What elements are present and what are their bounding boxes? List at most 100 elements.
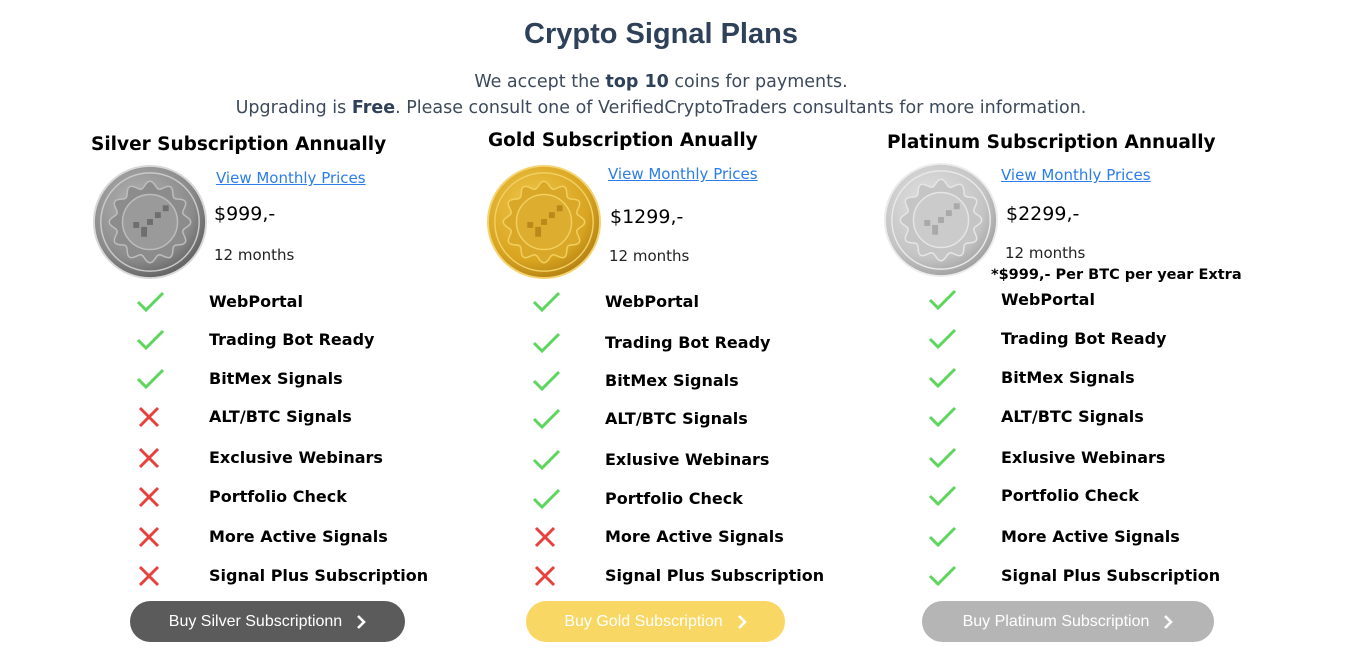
silver-coin-icon bbox=[92, 164, 208, 280]
plan-title: Silver Subscription Annually bbox=[91, 134, 387, 155]
feature-label: Exclusive Webinars bbox=[209, 448, 383, 467]
feature-label: ALT/BTC Signals bbox=[209, 407, 352, 426]
feature-row: More Active Signals bbox=[136, 525, 476, 555]
check-icon bbox=[532, 291, 561, 313]
feature-row: WebPortal bbox=[928, 288, 1268, 318]
feature-row: BitMex Signals bbox=[928, 366, 1268, 396]
check-icon bbox=[928, 485, 957, 507]
feature-label: Portfolio Check bbox=[1001, 486, 1139, 505]
feature-row: Portfolio Check bbox=[136, 485, 476, 515]
feature-row: ALT/BTC Signals bbox=[136, 405, 476, 435]
gold-coin-icon bbox=[486, 164, 602, 280]
feature-label: BitMex Signals bbox=[209, 369, 343, 388]
feature-label: Trading Bot Ready bbox=[605, 333, 771, 352]
check-icon bbox=[928, 289, 957, 311]
feature-row: Signal Plus Subscription bbox=[532, 564, 872, 594]
feature-label: Exlusive Webinars bbox=[1001, 448, 1166, 467]
cross-icon bbox=[138, 486, 160, 508]
cross-icon bbox=[138, 406, 160, 428]
cross-icon bbox=[138, 565, 160, 587]
feature-label: WebPortal bbox=[209, 292, 303, 311]
buy-gold-button[interactable]: Buy Gold Subscription bbox=[526, 601, 785, 642]
feature-label: ALT/BTC Signals bbox=[605, 409, 748, 428]
buy-button-label: Buy Platinum Subscription bbox=[962, 612, 1150, 630]
feature-row: Exlusive Webinars bbox=[532, 448, 872, 478]
check-icon bbox=[928, 367, 957, 389]
plan-gold: Gold Subscription Anually View Monthly P… bbox=[440, 0, 880, 655]
plan-price: $1299,- bbox=[610, 206, 684, 228]
check-icon bbox=[136, 291, 165, 313]
chevron-right-icon bbox=[357, 614, 367, 629]
chevron-right-icon bbox=[1164, 614, 1174, 629]
check-icon bbox=[928, 447, 957, 469]
feature-label: WebPortal bbox=[1001, 290, 1095, 309]
feature-row: Trading Bot Ready bbox=[136, 328, 476, 358]
view-monthly-prices-link[interactable]: View Monthly Prices bbox=[608, 165, 758, 183]
cross-icon bbox=[534, 526, 556, 548]
check-icon bbox=[928, 328, 957, 350]
feature-label: Signal Plus Subscription bbox=[1001, 566, 1221, 585]
view-monthly-prices-link[interactable]: View Monthly Prices bbox=[1001, 166, 1151, 184]
feature-row: ALT/BTC Signals bbox=[928, 405, 1268, 435]
check-icon bbox=[136, 329, 165, 351]
plan-silver: Silver Subscription Annually View Monthl… bbox=[0, 0, 440, 655]
feature-label: WebPortal bbox=[605, 292, 699, 311]
check-icon bbox=[928, 526, 957, 548]
plan-platinum: Platinum Subscription Annually View Mont… bbox=[880, 0, 1346, 655]
check-icon bbox=[532, 332, 561, 354]
plan-price: $999,- bbox=[214, 203, 276, 225]
plan-title: Gold Subscription Anually bbox=[488, 130, 758, 151]
feature-row: Signal Plus Subscription bbox=[928, 564, 1268, 594]
plan-duration: 12 months bbox=[609, 247, 690, 265]
chevron-right-icon bbox=[737, 614, 747, 629]
check-icon bbox=[532, 488, 561, 510]
feature-label: More Active Signals bbox=[1001, 527, 1180, 546]
feature-label: Portfolio Check bbox=[209, 487, 347, 506]
feature-row: WebPortal bbox=[532, 290, 872, 320]
cross-icon bbox=[534, 565, 556, 587]
plan-price: $2299,- bbox=[1006, 203, 1080, 225]
feature-row: ALT/BTC Signals bbox=[532, 407, 872, 437]
view-monthly-prices-link[interactable]: View Monthly Prices bbox=[216, 169, 366, 187]
cross-icon bbox=[138, 526, 160, 548]
buy-button-label: Buy Gold Subscription bbox=[564, 612, 723, 630]
check-icon bbox=[136, 368, 165, 390]
feature-row: WebPortal bbox=[136, 290, 476, 320]
feature-row: Exlusive Webinars bbox=[928, 446, 1268, 476]
plan-duration: 12 months bbox=[214, 246, 295, 264]
buy-button-label: Buy Silver Subscriptionn bbox=[168, 612, 343, 630]
feature-label: BitMex Signals bbox=[605, 371, 739, 390]
feature-label: More Active Signals bbox=[209, 527, 388, 546]
feature-label: Portfolio Check bbox=[605, 489, 743, 508]
check-icon bbox=[532, 449, 561, 471]
check-icon bbox=[532, 408, 561, 430]
feature-label: Signal Plus Subscription bbox=[605, 566, 825, 585]
feature-label: Exlusive Webinars bbox=[605, 450, 770, 469]
check-icon bbox=[928, 565, 957, 587]
feature-label: Trading Bot Ready bbox=[209, 330, 375, 349]
feature-row: More Active Signals bbox=[928, 525, 1268, 555]
feature-row: Portfolio Check bbox=[928, 484, 1268, 514]
plan-duration: 12 months bbox=[1005, 244, 1086, 262]
check-icon bbox=[928, 406, 957, 428]
feature-row: BitMex Signals bbox=[136, 367, 476, 397]
buy-platinum-button[interactable]: Buy Platinum Subscription bbox=[922, 601, 1214, 642]
feature-label: BitMex Signals bbox=[1001, 368, 1135, 387]
feature-row: Trading Bot Ready bbox=[928, 327, 1268, 357]
feature-label: More Active Signals bbox=[605, 527, 784, 546]
check-icon bbox=[532, 370, 561, 392]
cross-icon bbox=[138, 447, 160, 469]
feature-row: Signal Plus Subscription bbox=[136, 564, 476, 594]
btc-extra-note: *$999,- Per BTC per year Extra bbox=[991, 267, 1242, 283]
feature-row: Trading Bot Ready bbox=[532, 331, 872, 361]
feature-row: Portfolio Check bbox=[532, 487, 872, 517]
feature-row: BitMex Signals bbox=[532, 369, 872, 399]
feature-label: Signal Plus Subscription bbox=[209, 566, 429, 585]
platinum-coin-icon bbox=[883, 162, 999, 278]
feature-row: Exclusive Webinars bbox=[136, 446, 476, 476]
plan-title: Platinum Subscription Annually bbox=[887, 132, 1216, 153]
feature-row: More Active Signals bbox=[532, 525, 872, 555]
feature-label: Trading Bot Ready bbox=[1001, 329, 1167, 348]
buy-silver-button[interactable]: Buy Silver Subscriptionn bbox=[130, 601, 405, 642]
feature-label: ALT/BTC Signals bbox=[1001, 407, 1144, 426]
